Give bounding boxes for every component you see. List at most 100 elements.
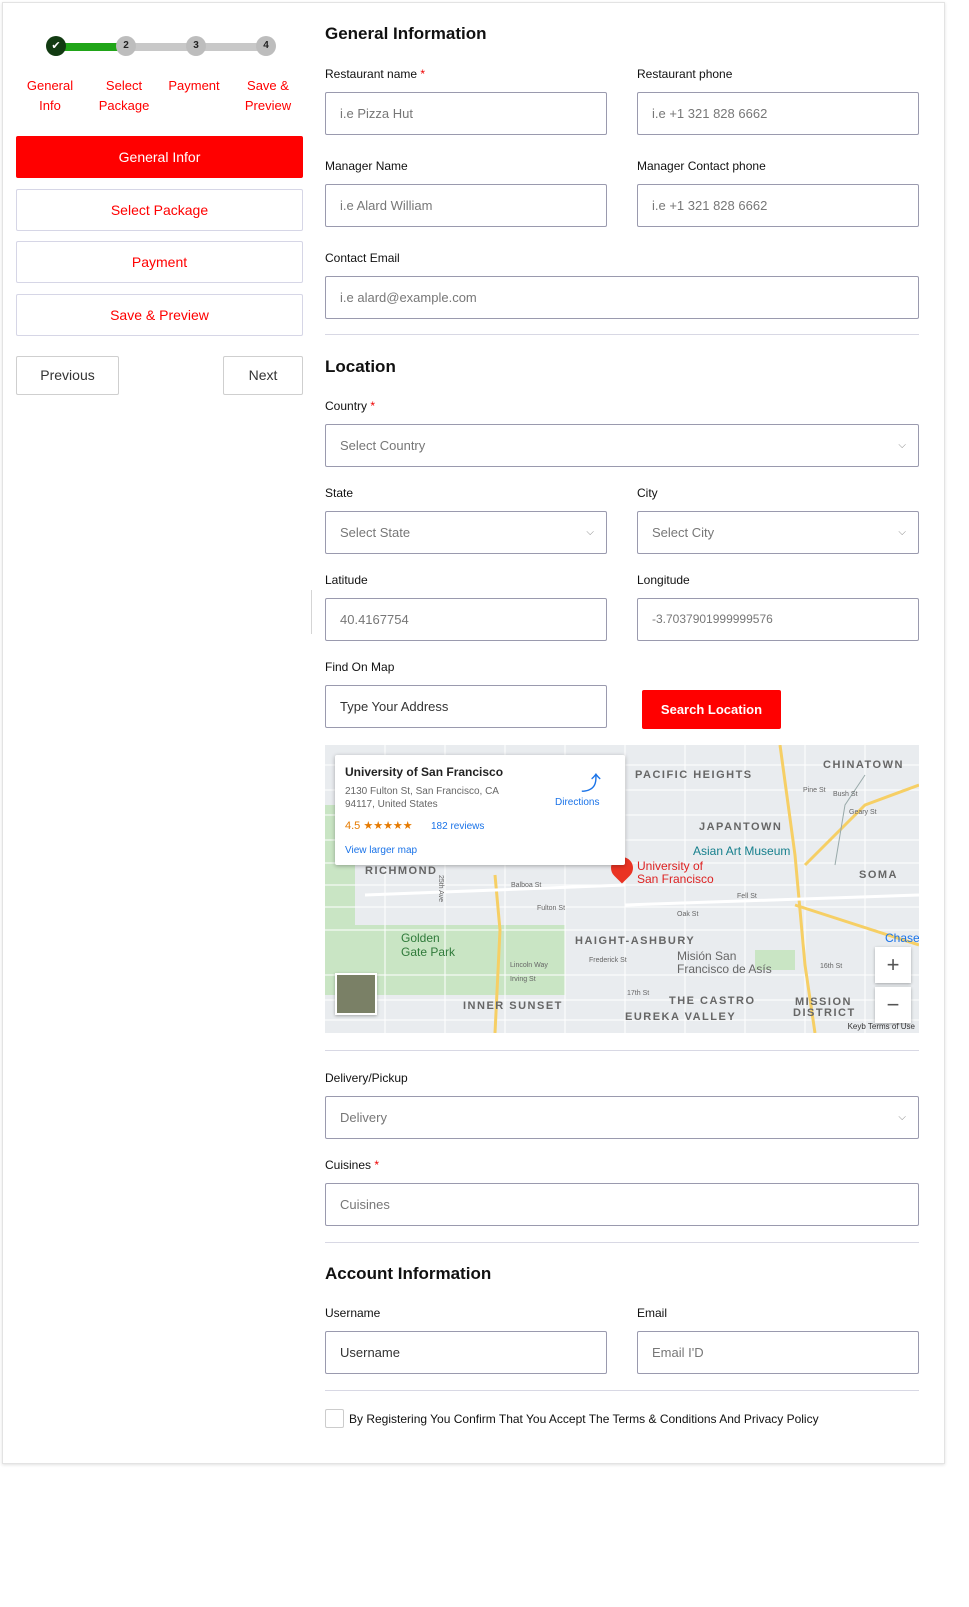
step-1-dot[interactable]: ✔ xyxy=(46,36,66,56)
email-input[interactable]: Email I'D xyxy=(637,1331,919,1374)
restaurant-name-label: Restaurant name * xyxy=(325,67,426,81)
chevron-down-icon: ⌵ xyxy=(586,527,594,538)
map-embed[interactable]: PACIFIC HEIGHTS CHINATOWN JAPANTOWN RICH… xyxy=(325,745,919,1033)
map-park-label: Golden Gate Park xyxy=(401,931,456,959)
map-street-label: Balboa St xyxy=(511,882,542,889)
terms-label: By Registering You Confirm That You Acce… xyxy=(349,1412,819,1426)
find-on-map-label: Find On Map xyxy=(325,660,395,674)
manager-phone-label: Manager Contact phone xyxy=(637,159,766,173)
city-label: City xyxy=(637,486,658,500)
latitude-label: Latitude xyxy=(325,573,368,587)
map-street-label: Fell St xyxy=(737,893,757,900)
chevron-down-icon: ⌵ xyxy=(898,527,906,538)
delivery-label: Delivery/Pickup xyxy=(325,1071,408,1085)
step-1-label[interactable]: General Info xyxy=(10,76,90,116)
map-street-label: Lincoln Way xyxy=(510,962,548,969)
map-area-label: CHINATOWN xyxy=(823,759,904,771)
map-terms-link[interactable]: Keyb Terms of Use xyxy=(848,1022,915,1031)
delivery-select[interactable]: Delivery ⌵ xyxy=(325,1096,919,1139)
map-area-label: RICHMOND xyxy=(365,865,438,877)
map-area-label: THE CASTRO xyxy=(669,995,756,1007)
map-street-label: Irving St xyxy=(510,976,536,983)
place-rating: 4.5 ★★★★★ xyxy=(345,820,413,832)
section-divider xyxy=(325,1390,919,1391)
step-2-label[interactable]: Select Package xyxy=(84,76,164,116)
terms-checkbox[interactable] xyxy=(325,1409,344,1428)
chevron-down-icon: ⌵ xyxy=(898,440,906,451)
map-street-label: Pine St xyxy=(803,787,826,794)
longitude-input[interactable]: -3.7037901999999576 xyxy=(637,598,919,641)
country-label: Country * xyxy=(325,399,376,413)
state-select[interactable]: Select State ⌵ xyxy=(325,511,607,554)
sidebar-item-general-info[interactable]: General Infor xyxy=(16,136,303,178)
manager-phone-input[interactable]: i.e +1 321 828 6662 xyxy=(637,184,919,227)
restaurant-phone-input[interactable]: i.e +1 321 828 6662 xyxy=(637,92,919,135)
previous-button[interactable]: Previous xyxy=(16,356,119,395)
map-area-label: EUREKA VALLEY xyxy=(625,1011,737,1023)
contact-email-input[interactable]: i.e alard@example.com xyxy=(325,276,919,319)
location-heading: Location xyxy=(325,357,396,376)
map-area-label: PACIFIC HEIGHTS xyxy=(635,769,753,781)
account-heading: Account Information xyxy=(325,1264,492,1283)
username-input[interactable]: Username xyxy=(325,1331,607,1374)
step-4-dot[interactable]: 4 xyxy=(256,36,276,56)
map-street-label: Fulton St xyxy=(537,905,566,912)
place-info-card: University of San Francisco 2130 Fulton … xyxy=(335,755,625,865)
map-area-label: HAIGHT-ASHBURY xyxy=(575,935,696,947)
country-select[interactable]: Select Country ⌵ xyxy=(325,424,919,467)
map-street-label: 17th St xyxy=(627,990,650,997)
step-3-dot[interactable]: 3 xyxy=(186,36,206,56)
search-location-button[interactable]: Search Location xyxy=(642,690,781,729)
sidebar-item-payment[interactable]: Payment xyxy=(16,241,303,283)
map-street-label: Geary St xyxy=(849,809,877,816)
place-title: University of San Francisco xyxy=(345,765,504,779)
zoom-out-button[interactable]: − xyxy=(875,987,911,1023)
section-divider xyxy=(325,1242,919,1243)
step-4-label[interactable]: Save & Preview xyxy=(228,76,308,116)
address-input[interactable]: Type Your Address xyxy=(325,685,607,728)
latitude-input[interactable]: 40.4167754 xyxy=(325,598,607,641)
map-street-label: Oak St xyxy=(677,911,699,918)
manager-name-label: Manager Name xyxy=(325,159,408,173)
view-larger-map-link[interactable]: View larger map xyxy=(345,845,417,856)
step-3-label[interactable]: Payment xyxy=(154,76,234,96)
email-label: Email xyxy=(637,1306,668,1320)
map-poi-label: Chase xyxy=(885,931,919,945)
map-street-label: Frederick St xyxy=(589,957,627,964)
map-street-label: Bush St xyxy=(833,791,858,798)
longitude-label: Longitude xyxy=(637,573,690,587)
map-area-label: SOMA xyxy=(859,869,898,881)
cuisines-label: Cuisines * xyxy=(325,1158,380,1172)
directions-icon[interactable]: ⤴ xyxy=(581,767,601,796)
satellite-toggle[interactable] xyxy=(335,973,377,1015)
manager-name-input[interactable]: i.e Alard William xyxy=(325,184,607,227)
contact-email-label: Contact Email xyxy=(325,251,400,265)
place-address: 2130 Fulton St, San Francisco, CA 94117, … xyxy=(345,786,499,810)
map-area-label: INNER SUNSET xyxy=(463,1000,563,1012)
map-street-label: 16th St xyxy=(820,963,843,970)
divider xyxy=(311,590,312,634)
section-divider xyxy=(325,334,919,335)
directions-link[interactable]: Directions xyxy=(555,797,599,808)
section-divider xyxy=(325,1050,919,1051)
chevron-down-icon: ⌵ xyxy=(898,1112,906,1123)
map-area-label: DISTRICT xyxy=(793,1007,856,1019)
sidebar-item-select-package[interactable]: Select Package xyxy=(16,189,303,231)
place-reviews-link[interactable]: 182 reviews xyxy=(431,821,484,832)
sidebar-item-save-preview[interactable]: Save & Preview xyxy=(16,294,303,336)
city-select[interactable]: Select City ⌵ xyxy=(637,511,919,554)
map-poi-label: Asian Art Museum xyxy=(693,844,791,858)
cuisines-input[interactable]: Cuisines xyxy=(325,1183,919,1226)
map-area-label: JAPANTOWN xyxy=(699,821,783,833)
step-2-dot[interactable]: 2 xyxy=(116,36,136,56)
general-heading: General Information xyxy=(325,24,487,43)
next-button[interactable]: Next xyxy=(223,356,303,395)
state-label: State xyxy=(325,486,354,500)
username-label: Username xyxy=(325,1306,381,1320)
marker-label: University of San Francisco xyxy=(637,859,714,886)
progress-stepper: ✔ 2 3 4 xyxy=(16,36,304,56)
map-poi-label: Misión San Francisco de Asís xyxy=(677,949,772,976)
map-street-label: 25th Ave xyxy=(437,874,445,903)
restaurant-name-input[interactable]: i.e Pizza Hut xyxy=(325,92,607,135)
zoom-in-button[interactable]: + xyxy=(875,947,911,983)
